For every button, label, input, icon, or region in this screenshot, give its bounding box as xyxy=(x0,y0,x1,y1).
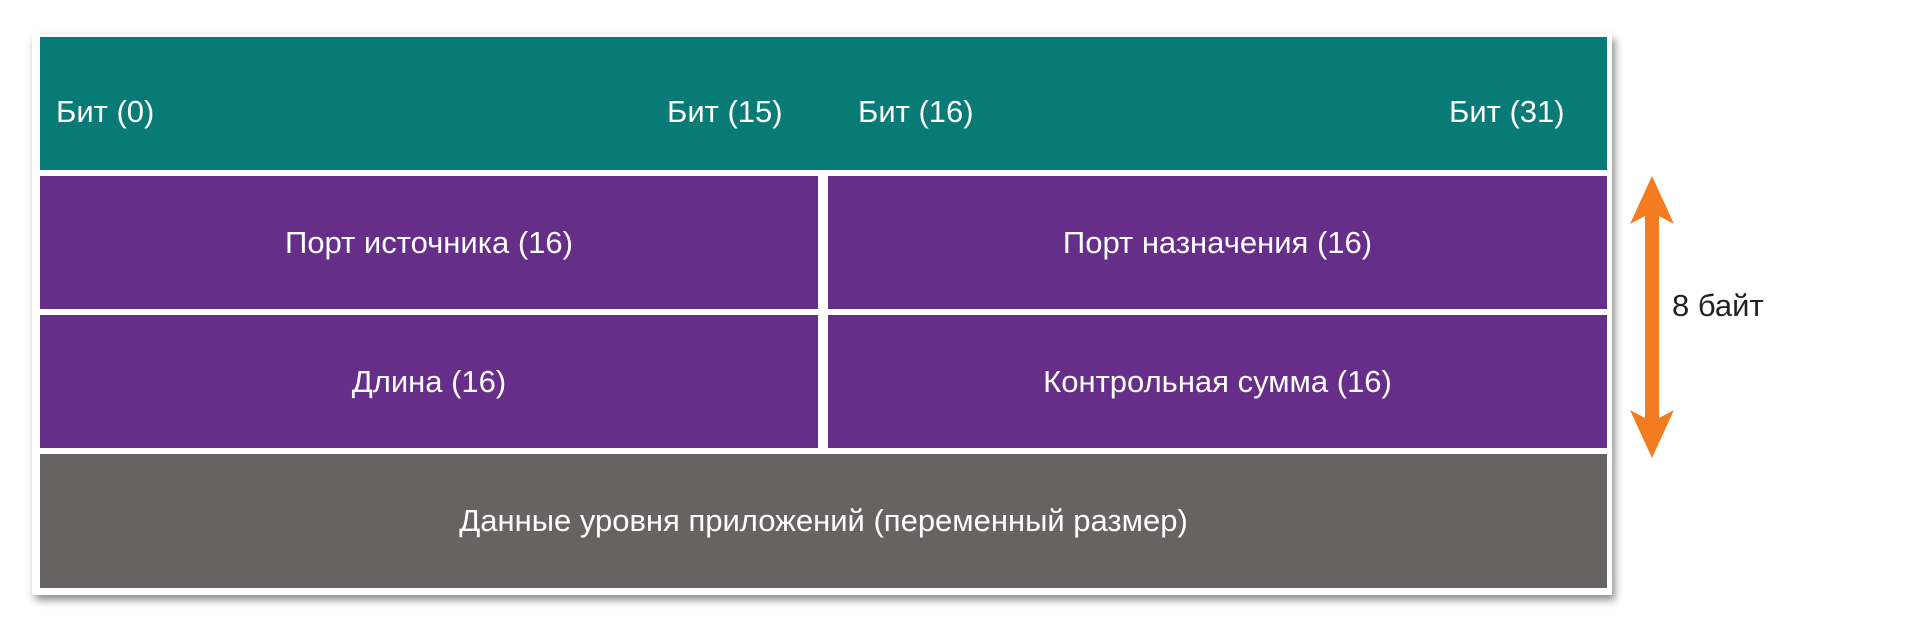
length-label: Длина (16) xyxy=(351,363,507,399)
destination-port-label: Порт назначения (16) xyxy=(1062,224,1373,260)
bit-15-label: Бит (15) xyxy=(667,93,783,129)
source-port-label: Порт источника (16) xyxy=(285,224,573,260)
length-field: Длина (16) xyxy=(40,315,818,448)
checksum-field: Контрольная сумма (16) xyxy=(828,315,1607,448)
bit-header-row: Бит (0) Бит (15) Бит (16) Бит (31) xyxy=(40,37,1607,170)
bit-0-label: Бит (0) xyxy=(56,93,155,129)
source-port-field: Порт источника (16) xyxy=(40,176,818,309)
checksum-label: Контрольная сумма (16) xyxy=(1043,363,1392,399)
bit-16-label: Бит (16) xyxy=(858,93,974,129)
size-label: 8 байт xyxy=(1672,288,1764,323)
application-data-label: Данные уровня приложений (переменный раз… xyxy=(459,503,1188,538)
destination-port-field: Порт назначения (16) xyxy=(828,176,1607,309)
application-data-field: Данные уровня приложений (переменный раз… xyxy=(40,454,1607,588)
udp-header-diagram: Бит (0) Бит (15) Бит (16) Бит (31) Порт … xyxy=(32,34,1612,595)
bit-31-label: Бит (31) xyxy=(1449,93,1565,129)
